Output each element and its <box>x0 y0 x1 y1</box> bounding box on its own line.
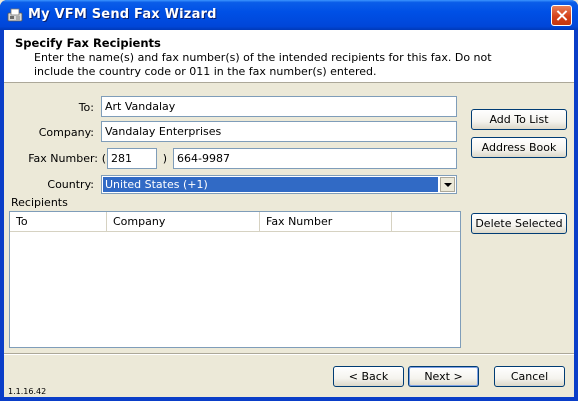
window-title: My VFM Send Fax Wizard <box>28 7 217 22</box>
recipients-list[interactable]: To Company Fax Number <box>9 211 461 348</box>
to-input[interactable]: Art Vandalay <box>101 96 457 117</box>
country-label: Country: <box>47 178 94 191</box>
recipients-list-header: To Company Fax Number <box>10 212 460 232</box>
company-label: Company: <box>38 126 94 139</box>
address-book-button[interactable]: Address Book <box>471 137 567 158</box>
country-select[interactable]: United States (+1) <box>101 175 457 194</box>
footer-divider <box>4 353 574 355</box>
fax-icon <box>7 8 23 22</box>
title-bar[interactable]: My VFM Send Fax Wizard <box>0 0 578 30</box>
next-button[interactable]: Next > <box>408 366 479 387</box>
version-label: 1.1.16.42 <box>8 387 47 396</box>
back-button[interactable]: < Back <box>333 366 404 387</box>
fax-number-label: Fax Number: <box>28 152 98 165</box>
cancel-button[interactable]: Cancel <box>494 366 565 387</box>
wizard-header: Specify Fax Recipients Enter the name(s)… <box>4 30 574 83</box>
country-selected-value: United States (+1) <box>103 177 438 192</box>
delete-selected-button[interactable]: Delete Selected <box>471 213 567 234</box>
close-icon[interactable] <box>551 5 572 26</box>
paren-close: ) <box>162 152 167 165</box>
column-header-fax-number[interactable]: Fax Number <box>260 212 392 231</box>
add-to-list-button[interactable]: Add To List <box>471 109 567 130</box>
page-title: Specify Fax Recipients <box>15 36 161 50</box>
company-input[interactable]: Vandalay Enterprises <box>101 121 457 142</box>
paren-open: ( <box>101 152 106 165</box>
area-code-input[interactable]: 281 <box>107 148 157 169</box>
column-header-to[interactable]: To <box>10 212 107 231</box>
to-label: To: <box>78 101 94 114</box>
recipients-label: Recipients <box>11 196 68 209</box>
chevron-down-icon[interactable] <box>440 177 455 192</box>
wizard-window: My VFM Send Fax Wizard Specify Fax Recip… <box>0 0 578 401</box>
page-description: Enter the name(s) and fax number(s) of t… <box>34 51 492 78</box>
dialog-body: Specify Fax Recipients Enter the name(s)… <box>4 30 574 397</box>
column-header-company[interactable]: Company <box>107 212 260 231</box>
fax-number-input[interactable]: 664-9987 <box>173 148 457 169</box>
